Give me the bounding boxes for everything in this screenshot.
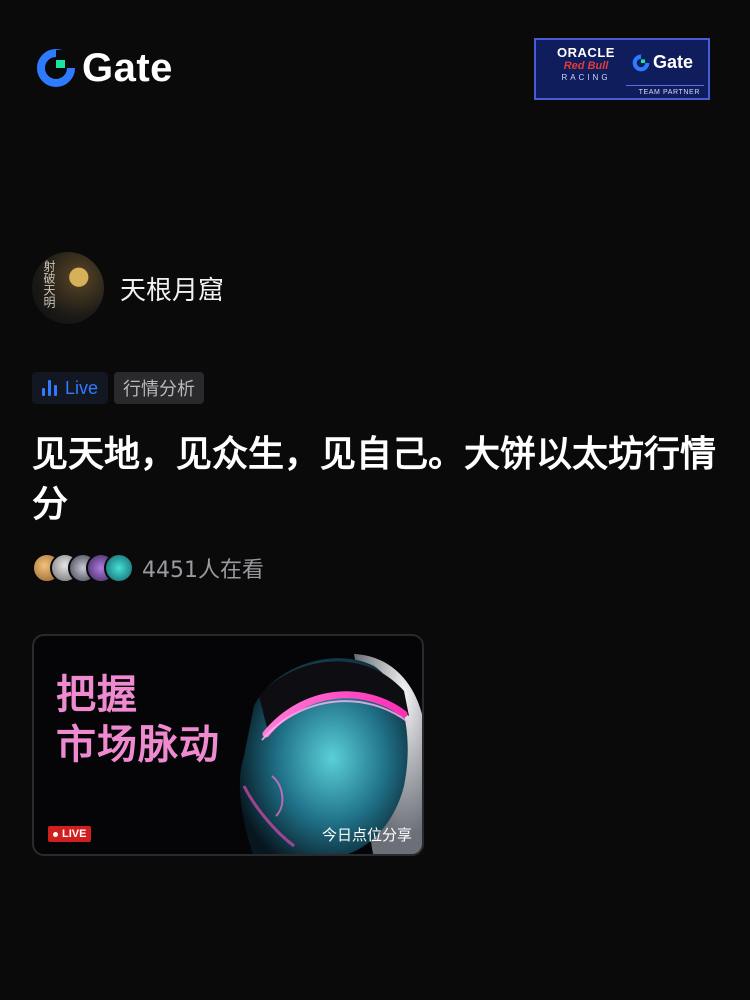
partner-redbull-text: Red Bull bbox=[563, 60, 609, 72]
gate-logo: Gate bbox=[36, 48, 173, 88]
partner-oracle-text: ORACLE bbox=[557, 45, 615, 60]
live-stream-card[interactable]: 把握 市场脉动 LIVE 今日点位分享 bbox=[32, 634, 424, 856]
viewer-avatar-stack bbox=[32, 553, 134, 583]
author-name[interactable]: 天根月窟 bbox=[120, 270, 224, 307]
live-title[interactable]: 见天地，见众生，见自己。大饼以太坊行情分 bbox=[32, 430, 722, 530]
vr-headset-face-illustration bbox=[214, 636, 422, 854]
live-badge-label: LIVE bbox=[62, 828, 87, 840]
viewer-avatar bbox=[104, 553, 134, 583]
partner-caption: TEAM PARTNER bbox=[638, 89, 700, 96]
live-bars-icon bbox=[42, 380, 57, 396]
team-partner-badge: ORACLE Red Bull RACING Gate TEAM PARTNER bbox=[534, 38, 710, 100]
card-headline-line1: 把握 bbox=[56, 672, 138, 718]
partner-divider bbox=[626, 85, 704, 86]
brand-name: Gate bbox=[82, 46, 173, 90]
viewer-count: 4451人在看 bbox=[142, 558, 264, 583]
tag-row: Live 行情分析 bbox=[32, 372, 205, 404]
avatar-calligraphy: 射破天明 bbox=[42, 260, 56, 308]
partner-racing-text: RACING bbox=[561, 73, 611, 82]
author-row[interactable]: 射破天明 天根月窟 bbox=[32, 252, 224, 324]
author-avatar[interactable]: 射破天明 bbox=[32, 252, 104, 324]
live-dot-icon bbox=[53, 831, 58, 837]
card-caption: 今日点位分享 bbox=[321, 826, 412, 844]
card-headline: 把握 市场脉动 bbox=[56, 670, 220, 770]
live-tag: Live bbox=[32, 372, 109, 404]
partner-brand-name: Gate bbox=[653, 52, 694, 72]
gate-partner-logo-icon bbox=[632, 54, 650, 71]
category-tag[interactable]: 行情分析 bbox=[114, 372, 205, 404]
viewer-row: 4451人在看 bbox=[32, 552, 264, 584]
card-headline-line2: 市场脉动 bbox=[56, 722, 220, 768]
gate-logo-icon bbox=[37, 49, 76, 87]
live-tag-label: Live bbox=[65, 377, 99, 398]
live-badge: LIVE bbox=[48, 826, 92, 842]
